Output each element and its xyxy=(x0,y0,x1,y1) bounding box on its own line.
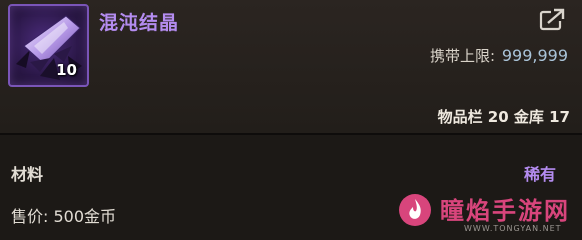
carry-limit-row: 携带上限: 999,999 xyxy=(430,45,568,66)
item-rarity: 稀有 xyxy=(524,165,557,184)
flame-logo-icon xyxy=(399,194,431,226)
item-count-badge: 10 xyxy=(56,61,77,79)
item-icon-slot[interactable]: 10 xyxy=(8,4,89,87)
site-watermark: 瞳焰手游网 WWW.TONGYAN.NET xyxy=(394,191,580,239)
carry-limit-value: 999,999 xyxy=(501,46,568,65)
share-export-icon xyxy=(539,8,566,31)
item-detail-panel: 10 混沌结晶 携带上限: 999,999 物品栏 20 金库 17 材料 稀有… xyxy=(0,0,582,240)
item-name: 混沌结晶 xyxy=(99,12,180,34)
watermark-text: 瞳焰手游网 xyxy=(440,197,570,225)
item-category: 材料 xyxy=(11,165,44,184)
storage-counts: 物品栏 20 金库 17 xyxy=(437,108,570,126)
carry-limit-label: 携带上限: xyxy=(429,47,496,65)
item-price: 售价: 500金币 xyxy=(11,207,117,226)
share-button[interactable] xyxy=(538,7,568,33)
watermark-url: WWW.TONGYAN.NET xyxy=(464,224,562,233)
